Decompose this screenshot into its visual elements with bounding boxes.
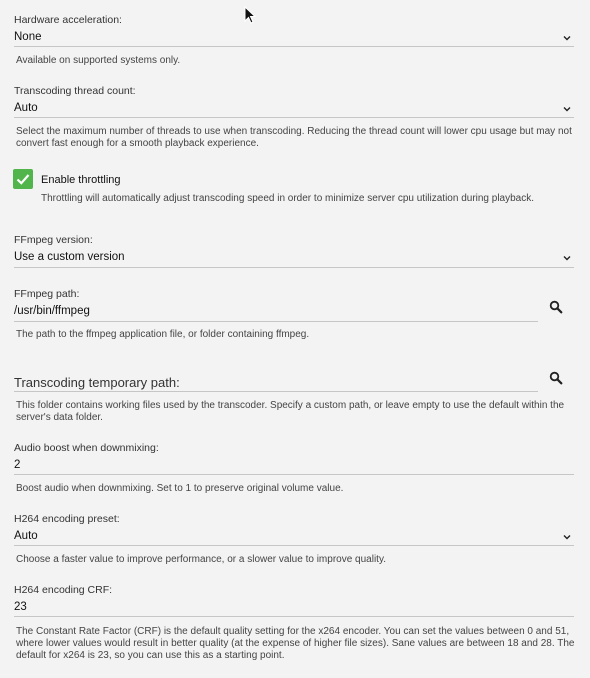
audio-boost-help: Boost audio when downmixing. Set to 1 to… (16, 483, 344, 494)
h264-preset-help: Choose a faster value to improve perform… (16, 554, 386, 565)
ffmpeg-version-value: Use a custom version (14, 251, 125, 263)
thread-count-help: Select the maximum number of threads to … (16, 126, 572, 149)
h264-crf-value: 23 (14, 601, 27, 613)
audio-boost-underline (14, 474, 574, 475)
h264-preset-underline (14, 545, 574, 546)
h264-crf-help: The Constant Rate Factor (CRF) is the de… (16, 626, 575, 661)
transcoding-temp-path-input[interactable]: Transcoding temporary path: (0, 372, 540, 392)
hardware-acceleration-label: Hardware acceleration: (14, 14, 122, 26)
h264-preset-value: Auto (14, 530, 38, 542)
ffmpeg-path-help: The path to the ffmpeg application file,… (16, 329, 310, 340)
h264-preset-select[interactable]: Auto (0, 527, 590, 547)
hardware-acceleration-value: None (14, 31, 42, 43)
transcoding-temp-path-underline (14, 391, 538, 392)
search-icon[interactable] (549, 371, 563, 385)
transcoding-temp-path-placeholder: Transcoding temporary path: (14, 375, 180, 390)
thread-count-value: Auto (14, 102, 38, 114)
ffmpeg-version-label: FFmpeg version: (14, 234, 93, 246)
audio-boost-label: Audio boost when downmixing: (14, 442, 159, 454)
h264-crf-input[interactable]: 23 (0, 598, 590, 618)
h264-crf-label: H264 encoding CRF: (14, 584, 113, 596)
ffmpeg-path-input[interactable]: /usr/bin/ffmpeg (0, 302, 540, 322)
hardware-acceleration-underline (14, 46, 574, 47)
hardware-acceleration-help: Available on supported systems only. (16, 55, 181, 66)
h264-preset-label: H264 encoding preset: (14, 513, 120, 525)
thread-count-label: Transcoding thread count: (14, 85, 136, 97)
ffmpeg-path-label: FFmpeg path: (14, 288, 80, 300)
hardware-acceleration-select[interactable]: None (0, 28, 590, 48)
thread-count-select[interactable]: Auto (0, 99, 590, 119)
chevron-down-icon (562, 253, 572, 263)
enable-throttling-checkbox[interactable] (13, 169, 33, 189)
enable-throttling-label[interactable]: Enable throttling (41, 174, 121, 186)
chevron-down-icon (562, 104, 572, 114)
check-icon (16, 174, 30, 185)
ffmpeg-version-select[interactable]: Use a custom version (0, 248, 590, 268)
enable-throttling-help: Throttling will automatically adjust tra… (41, 193, 535, 204)
h264-crf-underline (14, 616, 574, 617)
audio-boost-input[interactable]: 2 (0, 456, 590, 476)
search-icon[interactable] (549, 300, 563, 314)
transcoding-temp-path-help: This folder contains working files used … (16, 400, 565, 423)
ffmpeg-path-underline (14, 321, 538, 322)
thread-count-underline (14, 117, 574, 118)
chevron-down-icon (562, 33, 572, 43)
mouse-pointer-icon (244, 5, 258, 26)
chevron-down-icon (562, 532, 572, 542)
ffmpeg-path-value: /usr/bin/ffmpeg (14, 305, 90, 317)
ffmpeg-version-underline (14, 267, 574, 268)
audio-boost-value: 2 (14, 459, 21, 471)
